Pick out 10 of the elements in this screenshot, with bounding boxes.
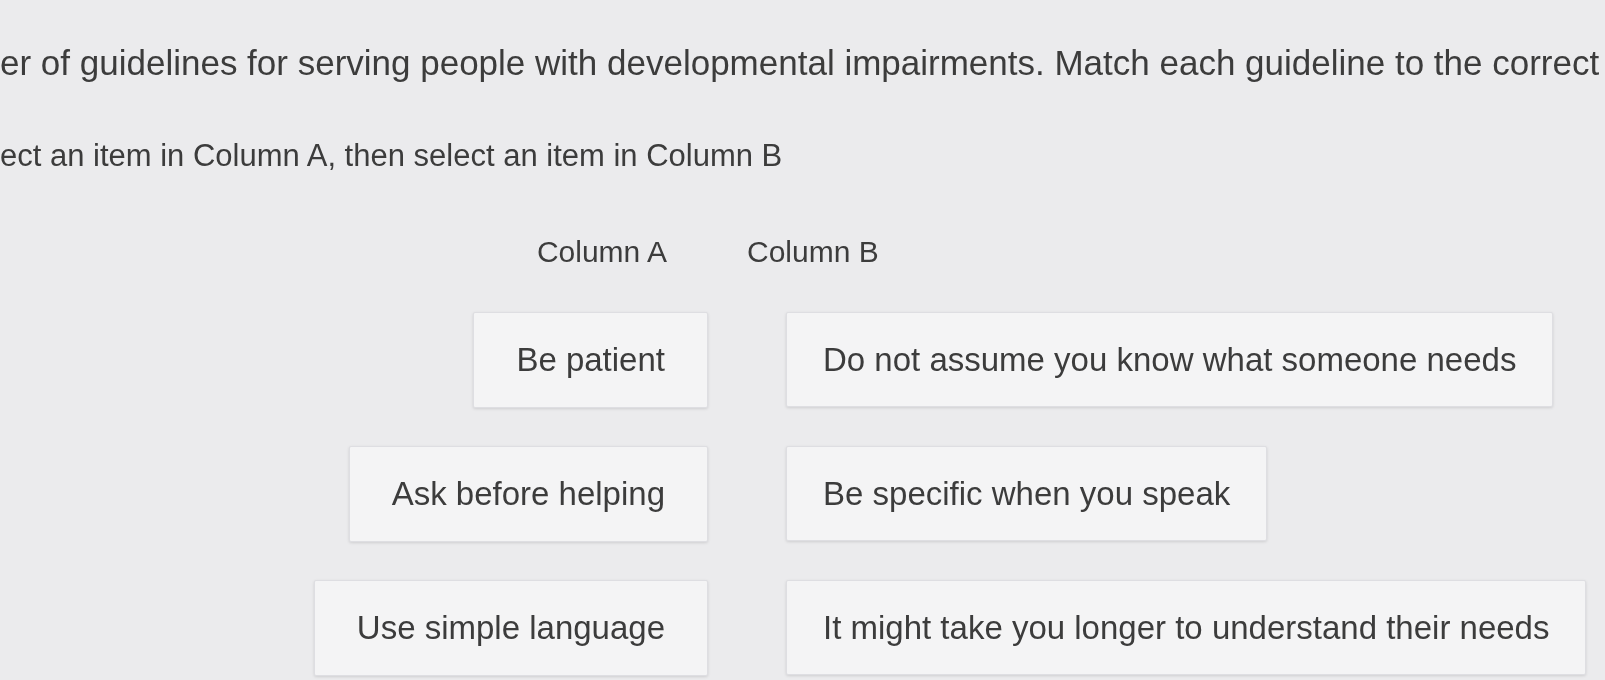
match-item[interactable]: Be specific when you speak	[786, 446, 1268, 541]
match-item[interactable]: Do not assume you know what someone needs	[786, 312, 1554, 407]
instruction-text: er of guidelines for serving people with developmental impairments. Match each guideline to the correct	[0, 43, 1600, 83]
column-heading: Column B	[747, 234, 879, 268]
column-heading: Column A	[536, 233, 667, 270]
match-item[interactable]: It might take you longer to understand their needs	[786, 580, 1587, 675]
instruction-text: ect an item in Column A, then select an item in Column B	[0, 137, 783, 175]
match-item[interactable]: Be patient	[473, 312, 708, 408]
match-item[interactable]: Ask before helping	[348, 446, 708, 542]
match-item[interactable]: Use simple language	[313, 580, 708, 676]
